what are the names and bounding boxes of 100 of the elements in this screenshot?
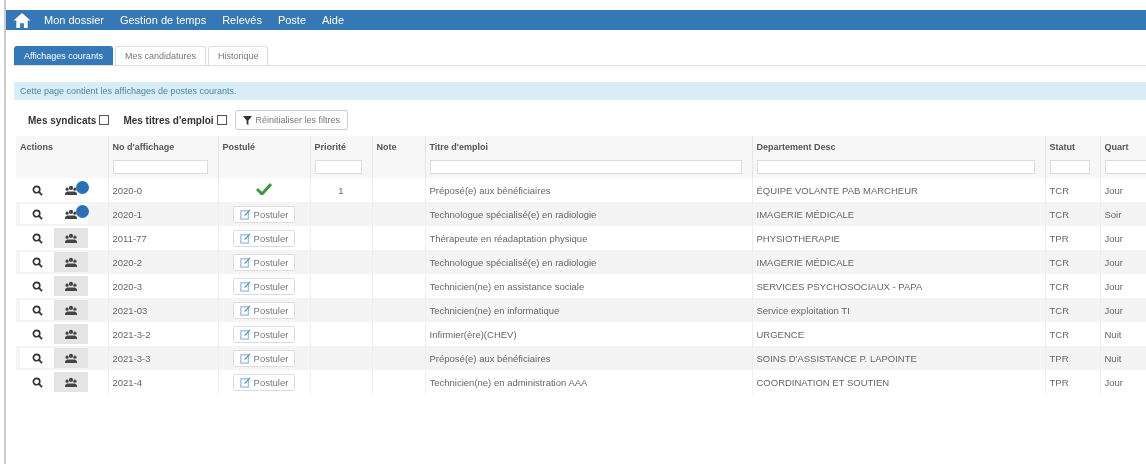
shift-name: Nuit — [1104, 328, 1122, 340]
filter-icon — [242, 115, 252, 125]
posting-number: 2021-03 — [112, 304, 148, 316]
column-header: No d'affichage — [112, 142, 175, 154]
job-title: Technicien(ne) en informatique — [429, 304, 560, 316]
people-button[interactable] — [54, 324, 88, 344]
posting-number: 2020-0 — [112, 184, 143, 196]
status-code: TCR — [1049, 256, 1070, 268]
department-name: IMAGERIE MÉDICALE — [756, 208, 855, 220]
people-button[interactable] — [54, 348, 88, 368]
search-button[interactable] — [20, 252, 54, 272]
status-code: TCR — [1049, 304, 1070, 316]
nav-link[interactable]: Aide — [322, 14, 345, 26]
people-button[interactable] — [54, 372, 88, 392]
column-filter-input[interactable] — [1049, 160, 1090, 174]
edit-icon — [239, 304, 251, 316]
edit-icon — [239, 208, 251, 220]
shift-name: Soir — [1104, 208, 1122, 220]
department-name: IMAGERIE MÉDICALE — [756, 256, 855, 268]
column-filter-input[interactable] — [314, 160, 362, 174]
job-title: Technicien(ne) en assistance sociale — [429, 280, 585, 292]
posting-number: 2020-1 — [112, 208, 143, 220]
posting-number: 2021-3-2 — [112, 328, 151, 340]
edit-icon — [239, 280, 251, 292]
search-icon — [31, 328, 43, 340]
people-icon — [64, 352, 78, 364]
people-icon — [64, 232, 78, 244]
search-icon — [31, 184, 43, 196]
shift-name: Jour — [1104, 280, 1123, 292]
column-header: Quart — [1104, 142, 1129, 154]
people-button[interactable] — [54, 300, 88, 320]
people-button[interactable] — [54, 276, 88, 296]
search-icon — [31, 232, 43, 244]
department-name: SOINS D'ASSISTANCE P. LAPOINTE — [756, 352, 917, 364]
job-title: Préposé(e) aux bénéficiaires — [429, 352, 551, 364]
posting-number: 2020-3 — [112, 280, 143, 292]
department-name: COORDINATION ET SOUTIEN — [756, 376, 890, 388]
nav-link[interactable]: Relevés — [222, 14, 262, 26]
reset-filters-button[interactable]: Réinitialiser les filtres — [234, 110, 349, 130]
people-icon — [64, 280, 78, 292]
edit-icon — [239, 256, 251, 268]
people-icon — [64, 304, 78, 316]
status-code: TCR — [1049, 184, 1070, 196]
shift-name: Nuit — [1104, 352, 1122, 364]
nav-link[interactable]: Poste — [277, 14, 307, 26]
people-icon — [64, 376, 78, 388]
column-header: Statut — [1049, 142, 1075, 154]
search-icon — [31, 208, 43, 220]
search-icon — [31, 352, 43, 364]
people-button[interactable] — [54, 252, 88, 272]
search-icon — [31, 376, 43, 388]
column-header: Priorité — [314, 142, 346, 154]
nav-link[interactable]: Gestion de temps — [119, 14, 207, 26]
apply-button[interactable]: Postuler — [232, 301, 296, 319]
search-button[interactable] — [20, 204, 54, 224]
job-title: Technicien(ne) en administration AAA — [429, 376, 588, 388]
shift-name: Jour — [1104, 304, 1123, 316]
column-filter-input[interactable] — [756, 160, 1035, 174]
filter-label: Mes syndicats — [28, 114, 97, 126]
people-button[interactable] — [54, 228, 88, 248]
people-icon — [64, 256, 78, 268]
status-code: TPR — [1049, 376, 1069, 388]
people-icon — [64, 184, 78, 196]
apply-button[interactable]: Postuler — [232, 253, 296, 271]
tab[interactable]: Historique — [207, 46, 269, 65]
column-filter-input[interactable] — [1104, 160, 1146, 174]
column-header: Departement Desc — [756, 142, 836, 154]
job-title: Préposé(e) aux bénéficiaires — [429, 184, 551, 196]
apply-button[interactable]: Postuler — [232, 277, 296, 295]
priority-value: 1 — [338, 184, 344, 196]
search-button[interactable] — [20, 300, 54, 320]
people-icon — [64, 208, 78, 220]
tab[interactable]: Mes candidatures — [114, 46, 206, 65]
column-header: Note — [376, 142, 397, 154]
status-code: TCR — [1049, 328, 1070, 340]
column-filter-input[interactable] — [429, 160, 742, 174]
job-title: Thérapeute en réadaptation physique — [429, 232, 588, 244]
edit-icon — [239, 352, 251, 364]
checkbox[interactable] — [216, 115, 227, 125]
search-button[interactable] — [20, 348, 54, 368]
apply-button[interactable]: Postuler — [232, 229, 296, 247]
tab[interactable]: Affichages courants — [14, 46, 113, 65]
edit-icon — [239, 376, 251, 388]
home-icon[interactable] — [12, 11, 32, 29]
edit-icon — [239, 328, 251, 340]
job-title: Infirmier(ère)(CHEV) — [429, 328, 517, 340]
apply-button[interactable]: Postuler — [232, 349, 296, 367]
column-header: Titre d'emploi — [429, 142, 488, 154]
edit-icon — [239, 232, 251, 244]
column-filter-input[interactable] — [112, 160, 208, 174]
department-name: SERVICES PSYCHOSOCIAUX - PAPA — [756, 280, 923, 292]
apply-button[interactable]: Postuler — [232, 205, 296, 223]
status-code: TCR — [1049, 280, 1070, 292]
apply-button[interactable]: Postuler — [232, 373, 296, 391]
status-code: TPR — [1049, 352, 1069, 364]
posting-number: 2011-77 — [112, 232, 147, 244]
checkbox[interactable] — [99, 115, 110, 125]
job-title: Technologue spécialisé(e) en radiologie — [429, 208, 597, 220]
nav-link[interactable]: Mon dossier — [44, 14, 104, 26]
apply-button[interactable]: Postuler — [232, 325, 296, 343]
